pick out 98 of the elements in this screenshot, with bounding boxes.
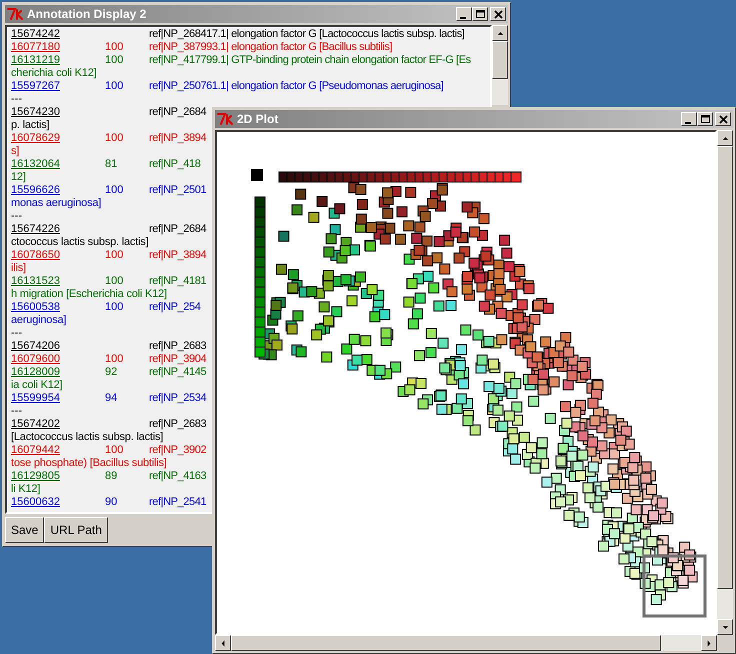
gene-id-link[interactable]: 15600632: [11, 496, 60, 508]
reference-text: cherichia coli K12]: [11, 67, 96, 80]
reference-text: ia coli K12]: [11, 379, 62, 392]
gene-id-link[interactable]: 16078629: [11, 132, 60, 144]
separator-text: ---: [11, 93, 23, 106]
action-button[interactable]: Save: [5, 517, 44, 543]
gene-id-link[interactable]: 16079600: [11, 353, 60, 365]
score-text: 100: [105, 54, 124, 66]
gene-id-link[interactable]: 15597267: [11, 80, 60, 92]
maximize-icon: [474, 8, 486, 20]
action-button[interactable]: URL Path: [44, 517, 108, 543]
separator-text: ---: [11, 405, 23, 418]
score-text: 100: [105, 80, 124, 92]
maximize-button[interactable]: [472, 7, 488, 21]
reference-text: ref|NP_2684: [149, 106, 206, 119]
tk-logo-icon: [217, 112, 233, 126]
minimize-button[interactable]: [456, 7, 472, 21]
score-text: 100: [105, 444, 124, 456]
reference-text: ref|NP_417799.1| GTP-binding protein chain elongation factor EF-G [Es: [149, 54, 471, 67]
minimize-icon: [684, 122, 690, 124]
reference-text: ref|NP_2534: [149, 392, 206, 405]
selection-rectangle[interactable]: [642, 554, 706, 618]
close-icon: [492, 8, 504, 20]
gene-id-link[interactable]: 16079442: [11, 444, 60, 456]
reference-text: ref|NP_2683: [149, 340, 206, 353]
reference-text: ref|NP_4163: [149, 470, 206, 483]
scroll-down-button[interactable]: [717, 619, 733, 635]
scroll-right-button[interactable]: [701, 635, 717, 651]
score-text: 100: [105, 353, 124, 365]
close-button[interactable]: [715, 112, 731, 126]
gene-id-link[interactable]: 16131219: [11, 54, 60, 66]
gene-id-link[interactable]: 16077180: [11, 41, 60, 53]
maximize-button[interactable]: [697, 112, 713, 126]
reference-text: ref|NP_3894: [149, 249, 206, 262]
reference-text: ref|NP_418: [149, 158, 200, 171]
reference-text: p. lactis]: [11, 119, 50, 132]
close-button[interactable]: [490, 7, 506, 21]
score-text: 81: [105, 158, 118, 170]
reference-text: aeruginosa]: [11, 314, 66, 327]
reference-text: s]: [11, 145, 20, 158]
gene-id-link[interactable]: 16132064: [11, 158, 60, 170]
scroll-up-button[interactable]: [492, 25, 508, 41]
scrollbar-thumb[interactable]: [492, 41, 508, 79]
score-text: 94: [105, 392, 118, 404]
gene-id-link[interactable]: 15596626: [11, 184, 60, 196]
gene-id-link[interactable]: 16128009: [11, 366, 60, 378]
score-text: 100: [105, 275, 124, 287]
minimize-button[interactable]: [681, 112, 697, 126]
reference-text: h migration [Escherichia coli K12]: [11, 288, 167, 301]
reference-text: li K12]: [11, 483, 40, 496]
scroll-left-button[interactable]: [215, 635, 231, 651]
score-text: 92: [105, 366, 118, 378]
separator-text: ---: [11, 327, 23, 340]
close-icon: [716, 113, 730, 125]
reference-text: ref|NP_268417.1| elongation factor G [Lactococcus lactis subsp. lactis]: [149, 28, 464, 41]
gene-id-link[interactable]: 15599954: [11, 392, 60, 404]
score-text: 100: [105, 41, 124, 53]
minimize-icon: [460, 16, 466, 18]
reference-text: ref|NP_2501: [149, 184, 206, 197]
window-title: Annotation Display 2: [27, 8, 146, 20]
maximize-icon: [698, 113, 712, 125]
score-text: 100: [105, 184, 124, 196]
score-text: 100: [105, 301, 124, 313]
gene-id-link[interactable]: 16078650: [11, 249, 60, 261]
window-title: 2D Plot: [237, 113, 278, 125]
reference-text: ref|NP_2684: [149, 223, 206, 236]
score-text: 89: [105, 470, 118, 482]
gene-id-link[interactable]: 15600538: [11, 301, 60, 313]
gene-id-link[interactable]: 15674202: [11, 418, 60, 430]
reference-text: tose phosphate) [Bacillus subtilis]: [11, 457, 167, 470]
reference-text: ilis]: [11, 262, 26, 275]
score-text: 90: [105, 496, 118, 508]
gene-id-link[interactable]: 16129805: [11, 470, 60, 482]
tk-logo-icon: [7, 7, 23, 21]
gene-id-link[interactable]: 16131523: [11, 275, 60, 287]
reference-text: ref|NP_2541: [149, 496, 206, 509]
score-text: 100: [105, 132, 124, 144]
reference-text: ctococcus lactis subsp. lactis]: [11, 236, 148, 249]
reference-text: ref|NP_387993.1| elongation factor G [Bacillus subtilis]: [149, 41, 392, 54]
reference-text: ref|NP_3902: [149, 444, 206, 457]
reference-text: [Lactococcus lactis subsp. lactis]: [11, 431, 164, 444]
reference-text: ref|NP_2683: [149, 418, 206, 431]
reference-text: ref|NP_3894: [149, 132, 206, 145]
scroll-up-button[interactable]: [717, 130, 733, 146]
reference-text: ref|NP_3904: [149, 353, 206, 366]
reference-text: ref|NP_4145: [149, 366, 206, 379]
separator-text: ---: [11, 210, 23, 223]
reference-text: ref|NP_254: [149, 301, 200, 314]
vertical-scrollbar[interactable]: [492, 25, 508, 105]
reference-text: 12]: [11, 171, 26, 184]
gene-id-link[interactable]: 15674230: [11, 106, 60, 118]
reference-text: monas aeruginosa]: [11, 197, 102, 210]
reference-text: ref|NP_250761.1| elongation factor G [Pseudomonas aeruginosa]: [149, 80, 444, 93]
gene-id-link[interactable]: 15674206: [11, 340, 60, 352]
score-text: 100: [105, 249, 124, 261]
gene-id-link[interactable]: 15674242: [11, 28, 60, 40]
gene-id-link[interactable]: 15674226: [11, 223, 60, 235]
reference-text: ref|NP_4181: [149, 275, 206, 288]
